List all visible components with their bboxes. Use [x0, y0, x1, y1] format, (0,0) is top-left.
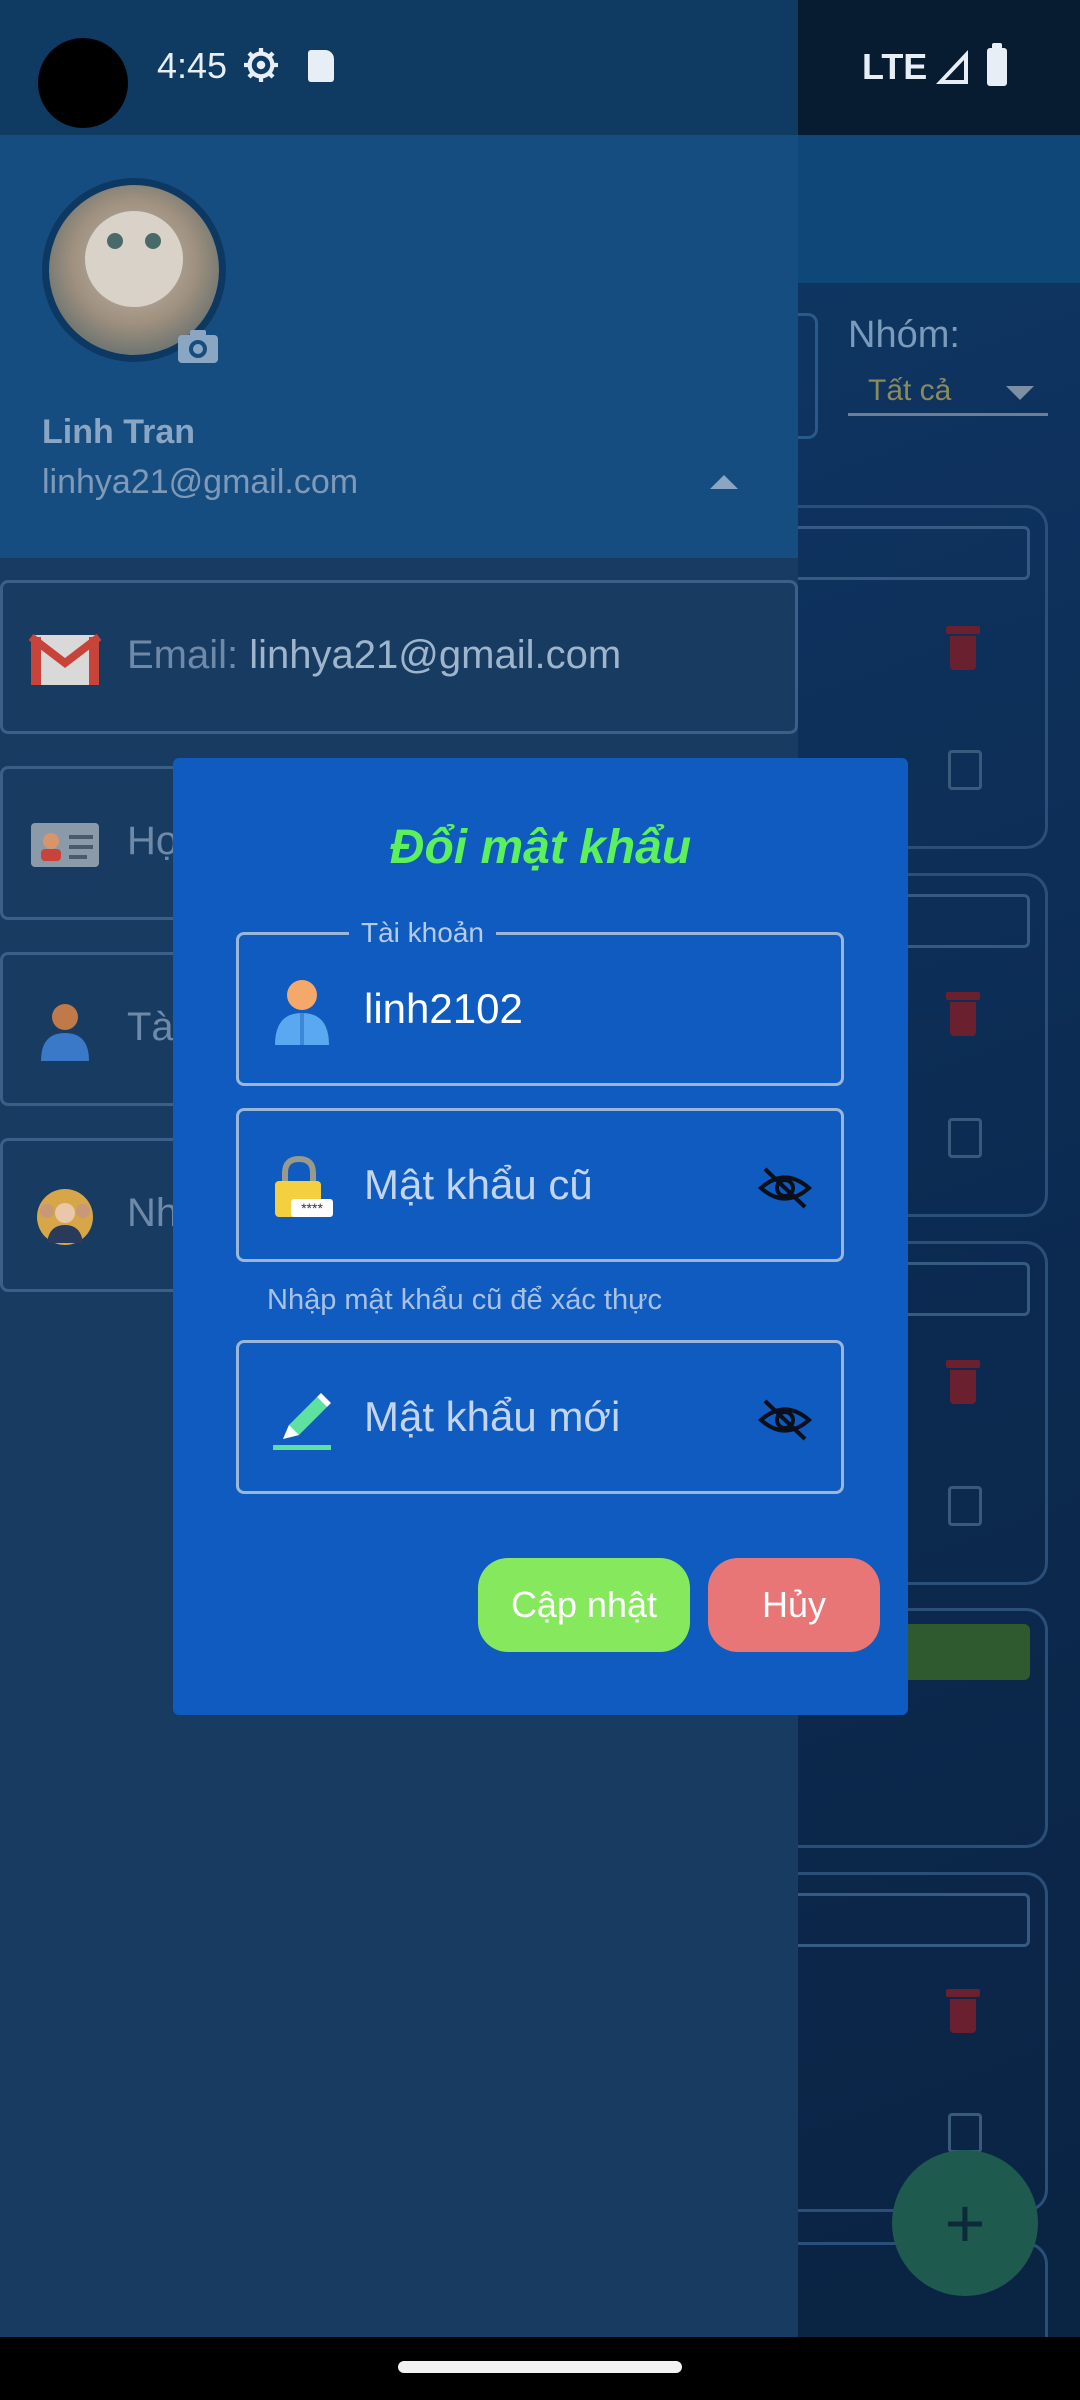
navigation-bar: [0, 2337, 1080, 2400]
dialog-title: Đổi mật khẩu: [389, 821, 692, 874]
new-password-input[interactable]: Mật khẩu mới: [364, 1393, 620, 1441]
account-field[interactable]: Tài khoản linh2102: [236, 917, 844, 1086]
old-password-input[interactable]: Mật khẩu cũ: [364, 1161, 593, 1209]
pencil-icon: [273, 1393, 331, 1450]
eye-off-icon[interactable]: [757, 1395, 813, 1445]
new-password-field[interactable]: Mật khẩu mới: [236, 1340, 844, 1494]
svg-text:****: ****: [301, 1200, 323, 1216]
home-gesture-handle[interactable]: [398, 2361, 682, 2373]
cancel-button[interactable]: Hủy: [708, 1558, 880, 1652]
change-password-dialog: Đổi mật khẩu Tài khoản linh2102 **** Mật…: [173, 758, 908, 1715]
user-icon: [275, 980, 329, 1045]
update-button[interactable]: Cập nhật: [478, 1558, 690, 1652]
old-password-helper: Nhập mật khẩu cũ để xác thực: [267, 1284, 663, 1316]
eye-off-icon[interactable]: [757, 1163, 813, 1213]
lock-password-icon: ****: [275, 1155, 333, 1217]
account-field-label: Tài khoản: [349, 917, 496, 949]
old-password-field[interactable]: **** Mật khẩu cũ: [236, 1108, 844, 1262]
account-value: linh2102: [364, 985, 523, 1032]
